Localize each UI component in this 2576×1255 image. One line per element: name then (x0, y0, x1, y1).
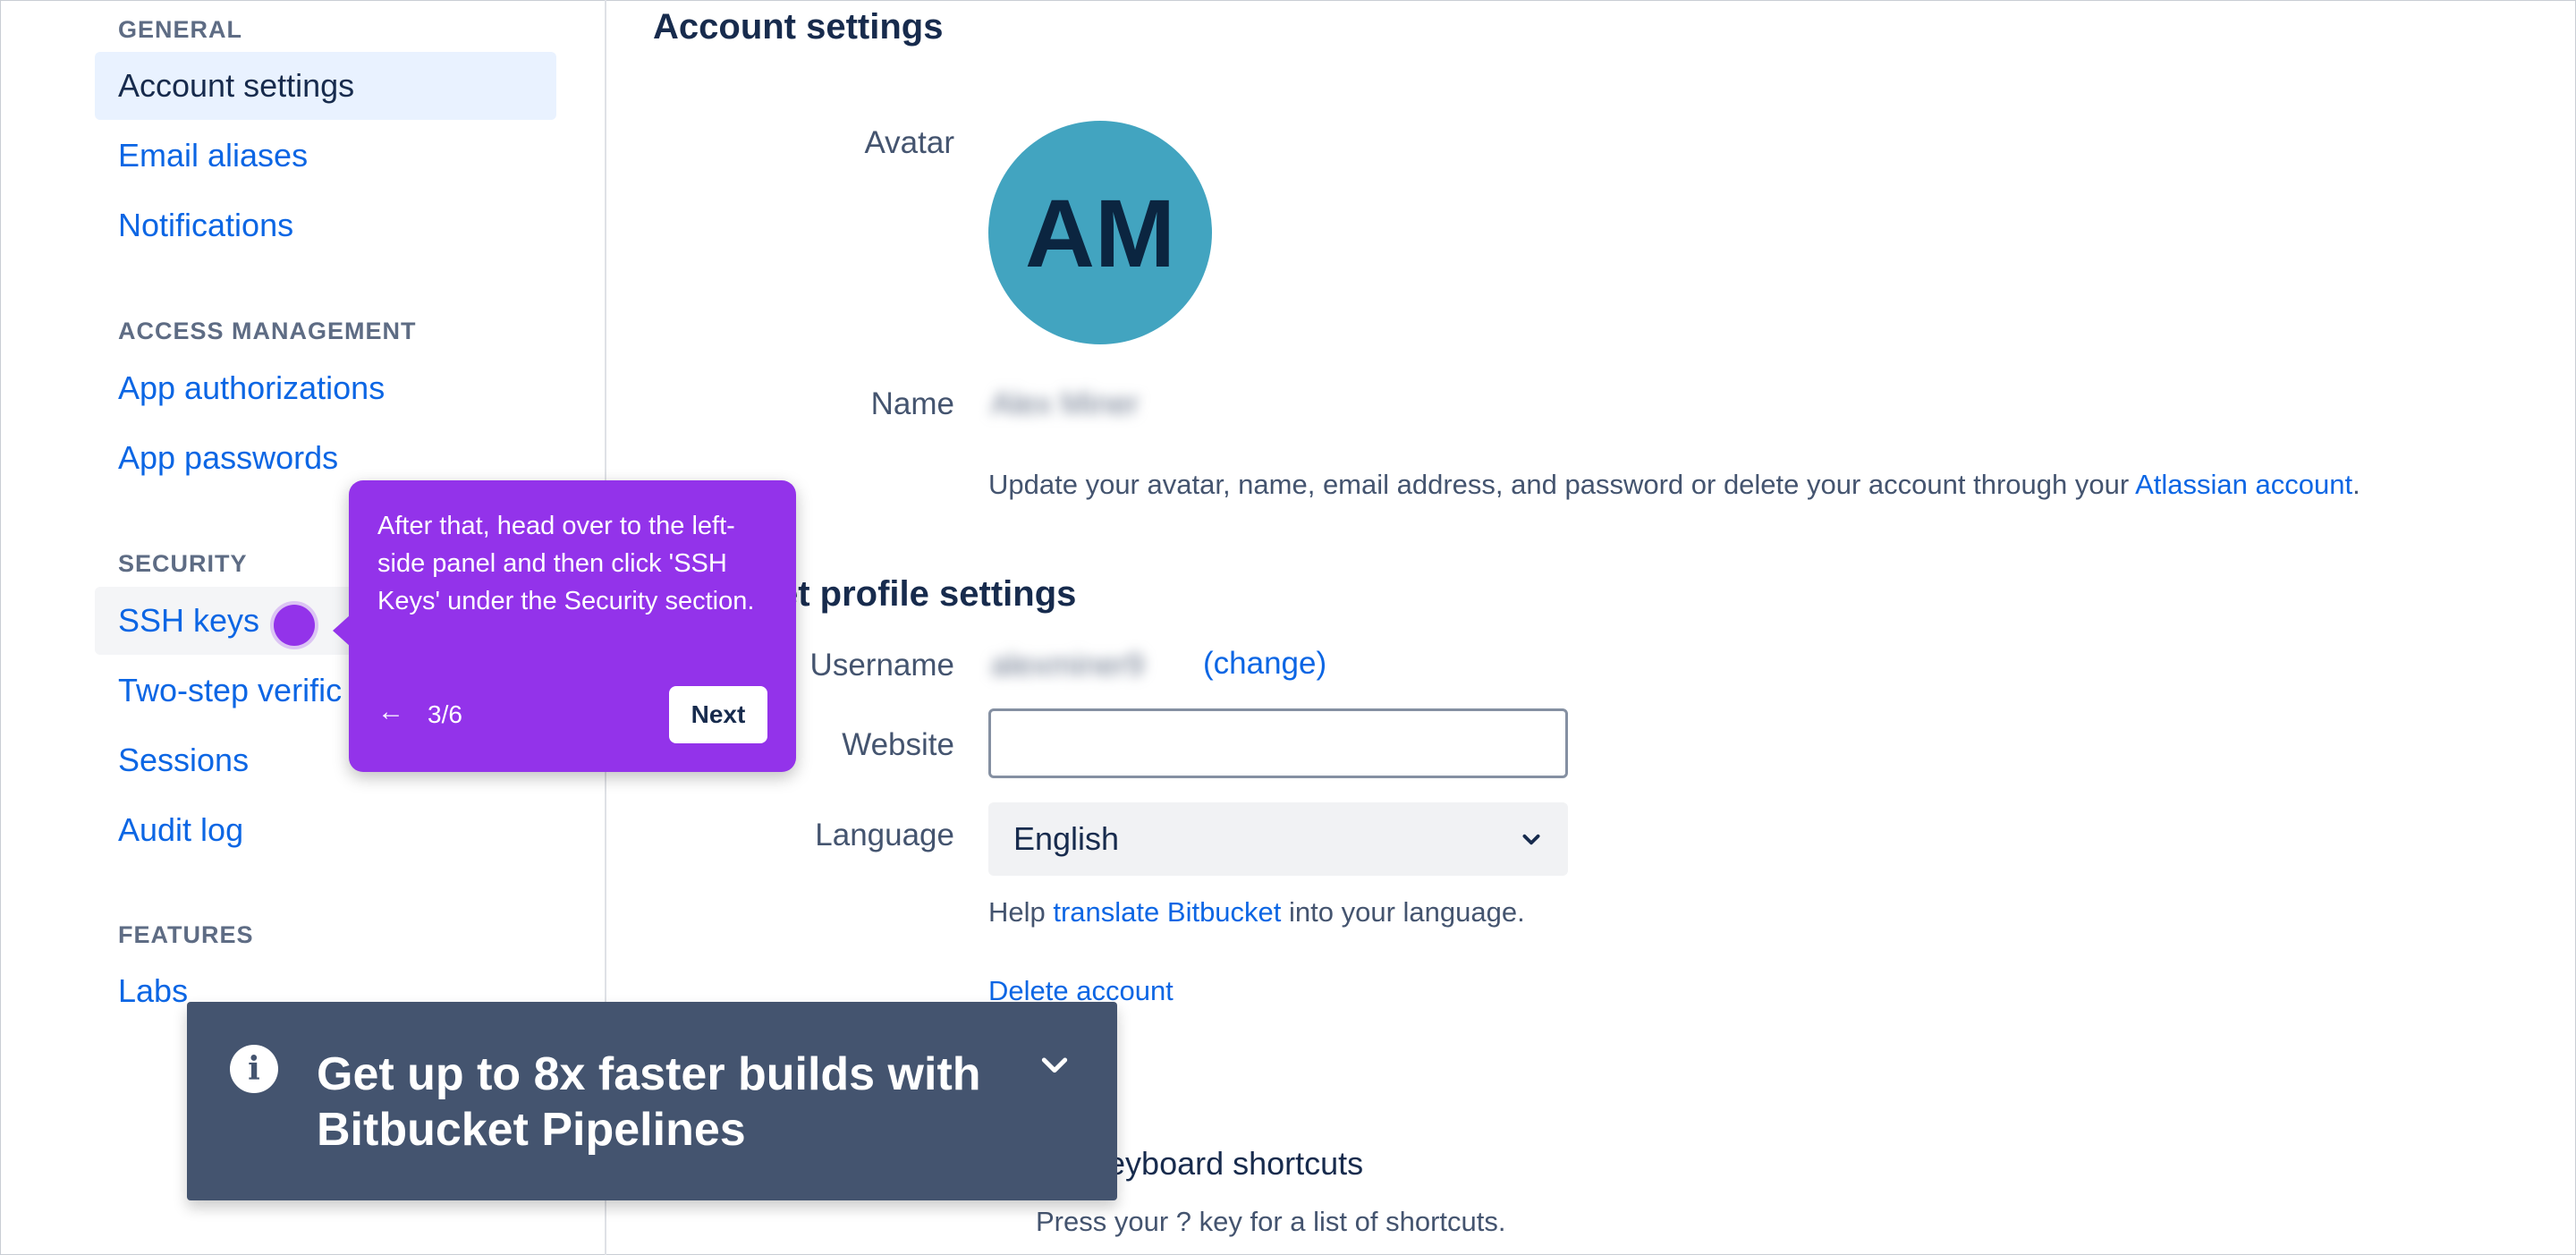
username-change-link[interactable]: (change) (1203, 646, 1326, 682)
username-value: alexminer9 (991, 648, 1145, 683)
translate-bitbucket-link[interactable]: translate Bitbucket (1053, 896, 1281, 928)
section-title-security: SECURITY (118, 550, 248, 577)
name-value: Alex Miner (991, 386, 1140, 421)
name-label: Name (870, 386, 954, 421)
atlassian-account-help: Update your avatar, name, email address,… (988, 469, 2360, 500)
language-select[interactable]: English (988, 802, 1568, 876)
profile-settings-heading: et profile settings (778, 574, 1077, 614)
step-counter: 3/6 (428, 700, 462, 728)
avatar: AM (988, 121, 1212, 344)
atlassian-account-link[interactable]: Atlassian account (2135, 469, 2352, 500)
banner-text: Get up to 8x faster builds with Bitbucke… (317, 1048, 981, 1156)
section-title-access-management: ACCESS MANAGEMENT (118, 318, 417, 344)
avatar-initials: AM (1025, 178, 1175, 287)
guide-beacon[interactable] (274, 605, 315, 646)
pipelines-banner: i Get up to 8x faster builds with Bitbuc… (187, 1002, 1117, 1200)
chevron-down-icon[interactable] (1037, 1047, 1072, 1082)
section-title-general: GENERAL (118, 16, 243, 43)
sidebar-item-app-authorizations[interactable]: App authorizations (95, 354, 556, 422)
next-button[interactable]: Next (669, 686, 767, 743)
translate-help: Help translate Bitbucket into your langu… (988, 896, 1525, 928)
guide-tooltip: After that, head over to the left-side p… (333, 480, 796, 772)
back-arrow-icon[interactable]: ← (377, 697, 404, 727)
sidebar-item-account-settings[interactable]: Account settings (95, 52, 556, 120)
avatar-label: Avatar (864, 125, 954, 160)
tooltip-arrow (333, 615, 351, 647)
language-selected-value: English (1013, 820, 1120, 857)
section-title-features: FEATURES (118, 921, 254, 948)
chevron-down-icon (1522, 834, 1540, 845)
website-input[interactable] (988, 708, 1568, 778)
language-label: Language (815, 818, 954, 852)
tooltip-text: After that, head over to the left-side p… (377, 512, 755, 615)
sidebar-item-notifications[interactable]: Notifications (95, 191, 556, 259)
keyboard-shortcuts-help: Press your ? key for a list of shortcuts… (1036, 1206, 1506, 1237)
sidebar-item-audit-log[interactable]: Audit log (95, 796, 556, 864)
info-icon: i (230, 1045, 278, 1093)
page-title: Account settings (653, 7, 944, 47)
sidebar-item-email-aliases[interactable]: Email aliases (95, 122, 556, 190)
